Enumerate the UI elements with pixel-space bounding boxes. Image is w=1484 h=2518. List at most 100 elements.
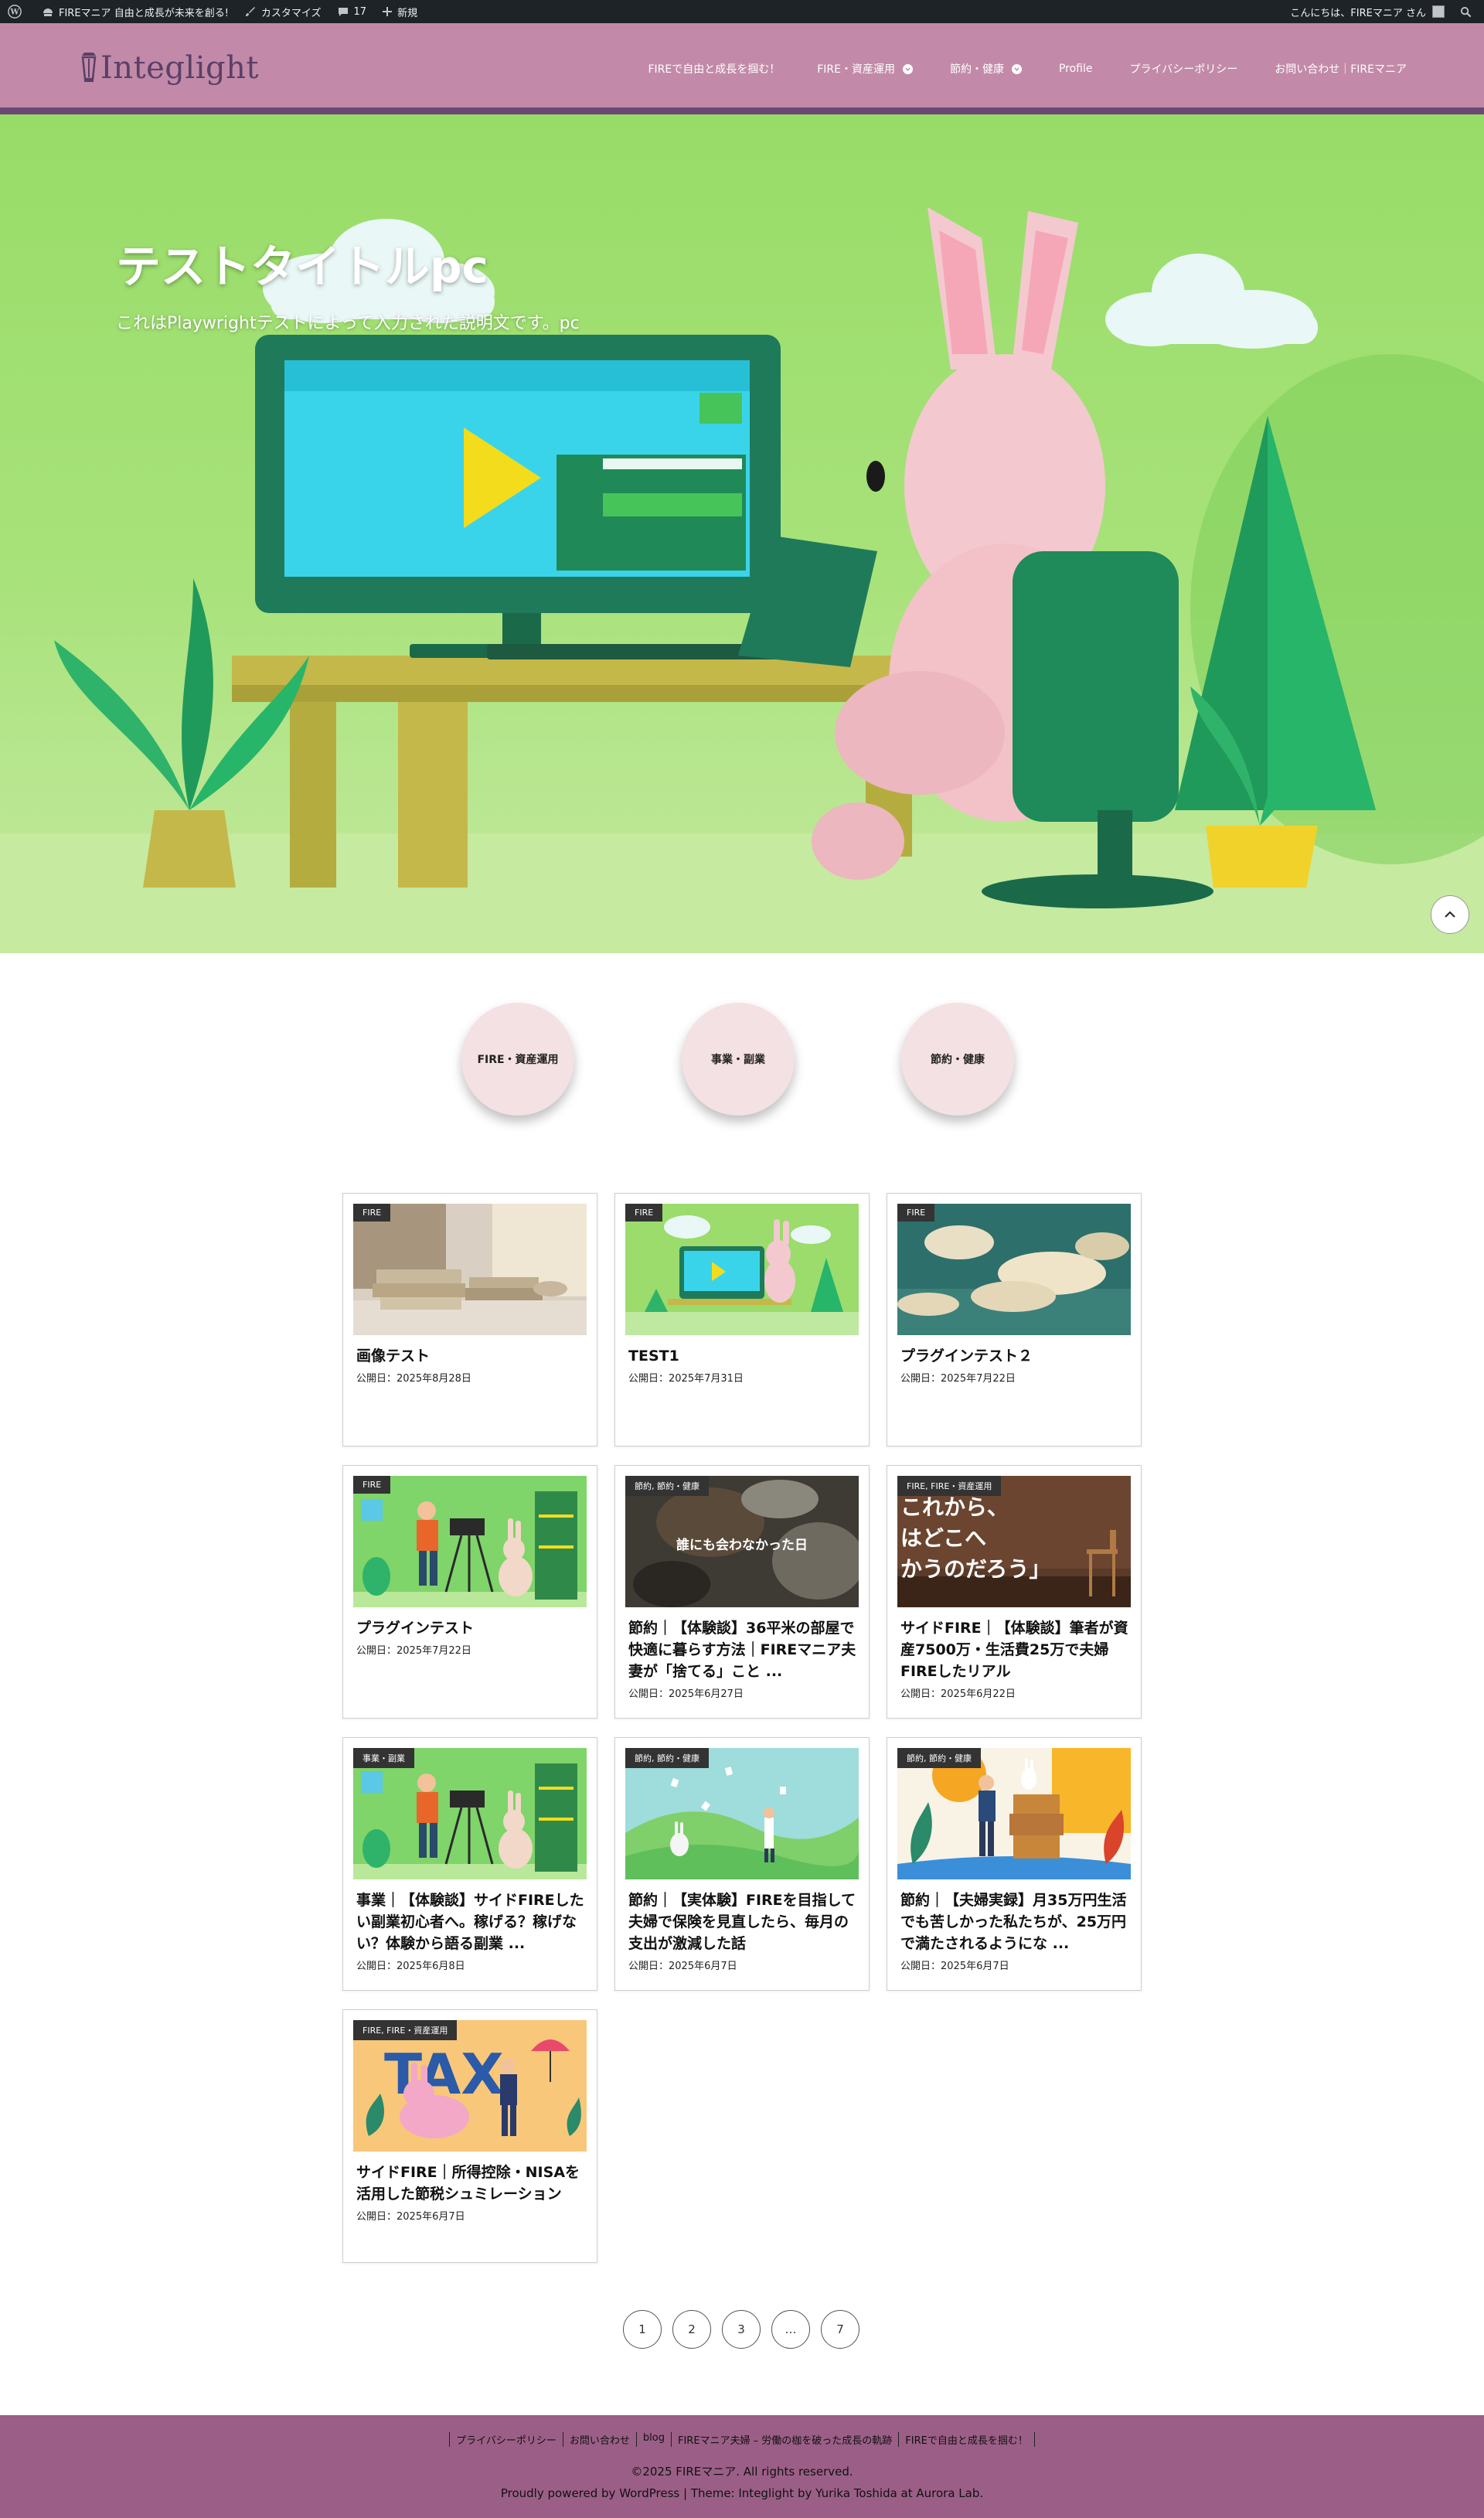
thumbnail-image xyxy=(897,1204,1131,1335)
wordpress-logo-icon[interactable]: W xyxy=(0,0,34,23)
post-date: 公開日：2025年6月7日 xyxy=(628,1961,737,1972)
chevron-down-icon[interactable] xyxy=(1011,63,1022,74)
post-category-tag: FIRE xyxy=(897,1204,935,1222)
page-number: … xyxy=(785,2322,797,2336)
admin-greeting: こんにちは、FIREマニア さん xyxy=(1290,7,1426,19)
post-title[interactable]: プラグインテスト xyxy=(356,1617,585,1639)
thumb-overlay-text: かうのだろう」 xyxy=(900,1556,1050,1582)
category-label: 節約・健康 xyxy=(931,1054,985,1066)
page-3-button[interactable]: 3 xyxy=(722,2310,761,2349)
post-title[interactable]: 節約｜【実体験】FIREを目指して夫婦で保険を見直したら、毎月の支出が激減した話 xyxy=(628,1889,857,1954)
post-card[interactable]: 節約, 節約・健康 節約｜【夫婦実録】月35万円生活でも苦しかった私たちが、25万… xyxy=(887,1737,1142,1991)
post-date: 公開日：2025年7月22日 xyxy=(900,1373,1016,1385)
chevron-up-icon xyxy=(1445,911,1455,918)
site-header: Integlight FIREで自由と成長を掴む！ FIRE・資産運用 節約・健康 P… xyxy=(0,23,1484,114)
footer-link-contact[interactable]: お問い合わせ xyxy=(562,2432,636,2447)
post-date: 公開日：2025年6月8日 xyxy=(356,1961,465,1972)
footer-link-fire[interactable]: FIREで自由と成長を掴む！ xyxy=(898,2432,1035,2447)
admin-new[interactable]: 新規 xyxy=(374,0,425,23)
post-title[interactable]: サイドFIRE｜【体験談】筆者が資産7500万・生活費25万で夫婦FIREしたリ… xyxy=(900,1617,1129,1682)
category-saving-health[interactable]: 節約・健康 xyxy=(901,1003,1014,1116)
page-ellipsis: … xyxy=(771,2310,810,2349)
post-card[interactable]: FIRE 画像テスト公開日：2025年8月28日 xyxy=(342,1193,597,1446)
chevron-down-icon[interactable] xyxy=(902,63,913,74)
admin-site-name-label: FIREマニア 自由と成長が未来を創る! xyxy=(59,7,229,19)
admin-comments-count: 17 xyxy=(353,5,367,18)
copyright: ©2025 FIREマニア. All rights reserved. xyxy=(631,2465,853,2479)
page-number: 3 xyxy=(737,2322,745,2336)
main-nav: FIREで自由と成長を掴む！ FIRE・資産運用 節約・健康 Profile プライバシ… xyxy=(611,23,1407,114)
post-category-tag: FIRE xyxy=(353,1476,391,1494)
page-2-button[interactable]: 2 xyxy=(672,2310,711,2349)
nav-item[interactable]: 節約・健康 xyxy=(950,61,1022,77)
thumbnail-image xyxy=(353,1476,587,1607)
brush-icon xyxy=(245,7,255,16)
post-card[interactable]: TAX FIRE, FIRE・資産運用 サイドFIRE｜所得控除・NISAを活用し… xyxy=(342,2009,597,2263)
nav-item-label: FIRE・資産運用 xyxy=(817,63,895,76)
post-card[interactable]: FIRE TEST1 公開日：2025年7月31日 xyxy=(614,1193,870,1446)
post-title[interactable]: サイドFIRE｜所得控除・NISAを活用した節税シュミレーション xyxy=(356,2162,585,2205)
post-thumbnail[interactable] xyxy=(897,1204,1131,1335)
nav-item[interactable]: プライバシーポリシー xyxy=(1130,61,1238,77)
nav-item[interactable]: Profile xyxy=(1059,63,1093,75)
category-fire-investment[interactable]: FIRE・資産運用 xyxy=(461,1003,574,1116)
hero-title: テストタイトルpc xyxy=(116,240,488,293)
nav-item[interactable]: お問い合わせ｜FIREマニア xyxy=(1275,61,1407,77)
post-date: 公開日：2025年6月22日 xyxy=(900,1688,1016,1700)
footer-link-privacy[interactable]: プライバシーポリシー xyxy=(449,2432,563,2447)
post-date: 公開日：2025年6月7日 xyxy=(900,1961,1009,1972)
hero-description: これはPlaywrightテストによって入力された説明文です。pc xyxy=(116,314,580,333)
post-category-tag: 節約, 節約・健康 xyxy=(625,1748,709,1768)
admin-search[interactable] xyxy=(1452,0,1484,23)
search-icon xyxy=(1460,6,1472,17)
post-title[interactable]: プラグインテスト２ xyxy=(900,1345,1129,1367)
post-title[interactable]: TEST1 xyxy=(628,1345,857,1367)
scroll-to-top-button[interactable] xyxy=(1431,895,1469,934)
cloud-right xyxy=(1105,254,1318,349)
page-1-button[interactable]: 1 xyxy=(623,2310,662,2349)
category-label: 事業・副業 xyxy=(711,1054,765,1066)
admin-customize[interactable]: カスタマイズ xyxy=(237,0,329,23)
admin-account[interactable]: こんにちは、FIREマニア さん xyxy=(1282,0,1452,23)
post-title[interactable]: 画像テスト xyxy=(356,1345,585,1367)
nav-item-label: FIREで自由と成長を掴む！ xyxy=(648,63,781,76)
post-title[interactable]: 節約｜【夫婦実録】月35万円生活でも苦しかった私たちが、25万円で満たされるよう… xyxy=(900,1889,1129,1954)
admin-comments[interactable]: 17 xyxy=(329,0,375,23)
thumbnail-image xyxy=(353,1204,587,1335)
footer-links: プライバシーポリシー お問い合わせ blog FIREマニア夫婦 – 労働の枷を… xyxy=(0,2432,1484,2447)
lantern-icon xyxy=(81,53,97,82)
dashboard-icon xyxy=(43,9,53,16)
powered-by: Proudly powered by WordPress | Theme: In… xyxy=(500,2486,984,2500)
admin-site-name[interactable]: FIREマニア 自由と成長が未来を創る! xyxy=(34,0,237,23)
avatar xyxy=(1432,5,1445,18)
hero-banner: テストタイトルpc これはPlaywrightテストによって入力された説明文です… xyxy=(0,114,1484,953)
post-category-tag: 節約, 節約・健康 xyxy=(625,1476,709,1496)
footer-link-couple[interactable]: FIREマニア夫婦 – 労働の枷を破った成長の軌跡 xyxy=(670,2432,898,2447)
post-card[interactable]: FIRE プラグインテスト 公開日：2025年7月22日 xyxy=(342,1465,597,1719)
post-date: 公開日：2025年8月28日 xyxy=(356,1373,471,1385)
post-card[interactable]: 事業・副業 事業｜【体験談】サイドFIREしたい副業初心者へ。稼げる？稼げない？体… xyxy=(342,1737,597,1991)
page-number: 7 xyxy=(836,2322,844,2336)
page-number: 1 xyxy=(638,2322,646,2336)
post-card[interactable]: これから、 はどこへ かうのだろう」 FIRE, FIRE・資産運用 サイドFIRE｜【… xyxy=(887,1465,1142,1719)
footer-link-blog[interactable]: blog xyxy=(635,2432,671,2447)
site-logo[interactable]: Integlight xyxy=(77,45,259,91)
nav-item[interactable]: FIREで自由と成長を掴む！ xyxy=(648,61,780,77)
post-thumbnail[interactable] xyxy=(625,1204,859,1335)
post-thumbnail[interactable] xyxy=(353,1204,587,1335)
post-card[interactable]: FIRE プラグインテスト２ 公開日：2025年7月22日 xyxy=(887,1193,1142,1446)
thumbnail-image xyxy=(625,1204,859,1335)
post-category-tag: FIRE, FIRE・資産運用 xyxy=(353,2020,458,2040)
category-business-sidejob[interactable]: 事業・副業 xyxy=(682,1003,795,1116)
post-thumbnail[interactable] xyxy=(353,1476,587,1607)
category-label: FIRE・資産運用 xyxy=(477,1054,559,1066)
post-category-tag: FIRE xyxy=(353,1204,391,1222)
post-category-tag: FIRE, FIRE・資産運用 xyxy=(897,1476,1002,1496)
post-card[interactable]: 誰にも会わなかった日 節約, 節約・健康 節約｜【体験談】36平米の部屋で快適に暮ら… xyxy=(614,1465,870,1719)
post-title[interactable]: 事業｜【体験談】サイドFIREしたい副業初心者へ。稼げる？稼げない？体験から語る… xyxy=(356,1889,585,1954)
post-card[interactable]: 節約, 節約・健康節約｜【実体験】FIREを目指して夫婦で保険を見直したら、毎月… xyxy=(614,1737,870,1991)
page-7-button[interactable]: 7 xyxy=(821,2310,859,2349)
post-title[interactable]: 節約｜【体験談】36平米の部屋で快適に暮らす方法｜FIREマニア夫妻が「捨てる」… xyxy=(628,1617,857,1682)
thumb-overlay-text: これから、 xyxy=(900,1494,1009,1520)
nav-item[interactable]: FIRE・資産運用 xyxy=(817,61,913,77)
